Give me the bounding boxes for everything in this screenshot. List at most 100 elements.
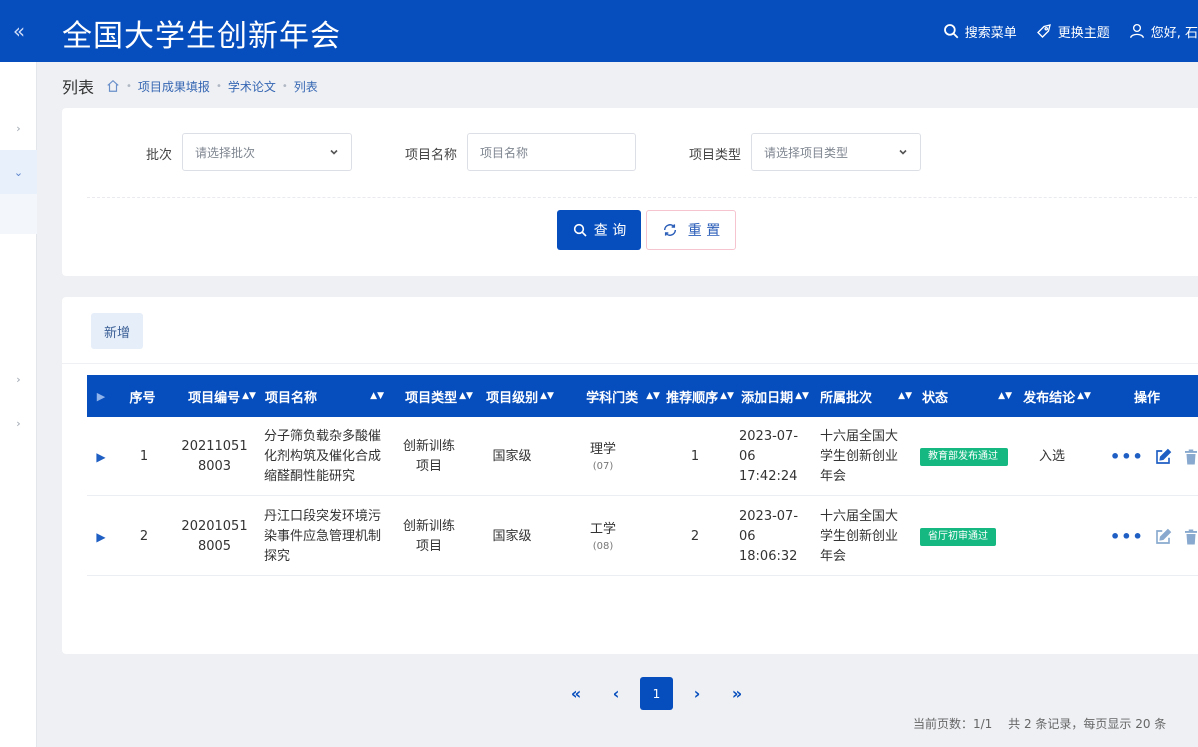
edit-icon[interactable] (1154, 528, 1172, 546)
refresh-icon (663, 224, 676, 236)
app-title: 全国大学生创新年会 (62, 19, 341, 54)
row-project-level: 国家级 (492, 528, 532, 544)
column-header-date[interactable]: 添加日期 ▲▼ (739, 375, 811, 417)
row-date: 2023-07- 06 18:06:32 (739, 508, 799, 564)
row-status: 省厅初审通过 (920, 497, 1010, 576)
prev-page-button[interactable]: ‹ (596, 677, 636, 710)
row-order: 1 (690, 448, 700, 464)
row-project-level: 国家级 (492, 448, 532, 464)
reset-button[interactable]: 重 置 (646, 210, 736, 250)
column-header-index: 序号 (129, 390, 156, 406)
sort-icon[interactable]: ▲▼ (998, 391, 1012, 401)
sort-icon[interactable]: ▲▼ (898, 391, 912, 401)
row-discipline: 理学 (07) (589, 441, 616, 472)
caret-right-icon[interactable]: ▶ (96, 527, 105, 547)
sidebar-item-2-active[interactable]: ⌄ (0, 150, 37, 194)
row-expand-toggle[interactable]: ▶ (87, 417, 115, 496)
home-icon[interactable] (106, 79, 120, 93)
next-page-button[interactable]: › (677, 677, 717, 710)
breadcrumb-item-achievements[interactable]: 项目成果填报 (138, 78, 210, 95)
status-badge: 教育部发布通过 (920, 447, 1008, 466)
sort-icon[interactable]: ▲▼ (795, 391, 809, 401)
sidebar-subitem-active[interactable] (0, 194, 37, 234)
row-batch: 十六届全国大学生创新创业年会 (820, 428, 899, 484)
row-discipline: 工学 (08) (589, 521, 616, 552)
column-header-order[interactable]: 推荐顺序 ▲▼ (665, 375, 735, 417)
sidebar-item-4[interactable]: › (0, 401, 37, 445)
project-type-select[interactable]: 请选择项目类型 (751, 133, 921, 171)
pagination: « ‹ 1 › » (556, 677, 757, 710)
user-menu[interactable]: 您好, 石 (1128, 22, 1198, 41)
sort-icon[interactable]: ▲▼ (242, 391, 256, 401)
search-icon (943, 24, 959, 39)
add-button[interactable]: 新增 (91, 313, 143, 349)
project-name-input[interactable]: 项目名称 (467, 133, 636, 171)
project-name-label: 项目名称 (405, 148, 458, 163)
header-actions: 搜索菜单 更换主题 您好, 石 (942, 0, 1198, 62)
row-project-type: 创新训练项目 (402, 518, 455, 554)
column-header-conclusion[interactable]: 发布结论 ▲▼ (1022, 375, 1092, 417)
sidebar-item-1[interactable]: › (0, 106, 37, 150)
sort-icon[interactable]: ▲▼ (459, 391, 473, 401)
reset-button-label: 重 置 (687, 223, 721, 239)
search-menu-button[interactable]: 搜索菜单 (942, 22, 1017, 41)
column-header-level[interactable]: 项目级别 ▲▼ (480, 375, 560, 417)
change-theme-button[interactable]: 更换主题 (1035, 22, 1110, 41)
row-index: 1 (139, 448, 149, 464)
theme-icon (1036, 24, 1051, 38)
chevron-down-icon (330, 149, 338, 155)
breadcrumb: 列表 • 项目成果填报 • 学术论文 • 列表 (62, 75, 318, 97)
top-header: « 全国大学生创新年会 搜索菜单 更换主题 您好, 石 (0, 0, 1198, 62)
sidebar-collapse-icon[interactable]: « (0, 0, 38, 62)
breadcrumb-item-list[interactable]: 列表 (294, 78, 318, 95)
batch-select-placeholder: 请选择批次 (195, 145, 256, 160)
expand-column-header: ▶ (96, 389, 106, 403)
table-row: ▶ 1 20211051 8003 分子筛负载杂多酸催化剂构筑及催化合成缩醛酮性能… (87, 417, 1198, 496)
column-header-type[interactable]: 项目类型 ▲▼ (399, 375, 479, 417)
change-theme-label: 更换主题 (1057, 25, 1110, 41)
row-actions: ••• (1107, 417, 1198, 496)
chevron-right-icon: › (16, 416, 21, 430)
table-panel: 新增 ▶ 序号 项目编号 ▲▼ 项目名称 ▲▼ 项目类型 ▲▼ 项目级别 ▲▼ 学科门类… (62, 297, 1198, 654)
sort-icon[interactable]: ▲▼ (720, 391, 734, 401)
row-expand-toggle[interactable]: ▶ (87, 497, 115, 576)
table-row: ▶ 2 20201051 8005 丹江口段突发环境污染事件应急管理机制探究 创新… (87, 497, 1198, 576)
row-project-code: 20201051 8005 (181, 518, 248, 554)
pagination-info: 当前页数：1/1 共 2 条记录，每页显示 20 条 (913, 717, 1167, 731)
user-greeting: 您好, 石 (1150, 25, 1198, 41)
caret-right-icon[interactable]: ▶ (96, 447, 105, 467)
search-menu-label: 搜索菜单 (964, 25, 1017, 41)
row-project-code: 20211051 8003 (181, 438, 248, 474)
chevron-down-icon (899, 149, 907, 155)
sort-icon[interactable]: ▲▼ (1077, 391, 1091, 401)
breadcrumb-separator: • (281, 80, 288, 92)
current-page-button[interactable]: 1 (640, 677, 673, 710)
row-project-type: 创新训练项目 (402, 438, 455, 474)
first-page-button[interactable]: « (556, 677, 596, 710)
query-button-label: 查 询 (593, 223, 627, 239)
chevron-right-icon: › (16, 372, 21, 386)
breadcrumb-separator: • (215, 80, 222, 92)
delete-icon[interactable] (1182, 448, 1198, 466)
sort-icon[interactable]: ▲▼ (540, 391, 554, 401)
more-icon[interactable]: ••• (1110, 447, 1144, 467)
last-page-button[interactable]: » (717, 677, 757, 710)
batch-select[interactable]: 请选择批次 (182, 133, 352, 171)
more-icon[interactable]: ••• (1110, 527, 1144, 547)
sort-icon[interactable]: ▲▼ (646, 391, 660, 401)
row-project-name[interactable]: 分子筛负载杂多酸催化剂构筑及催化合成缩醛酮性能研究 (264, 417, 386, 496)
edit-icon[interactable] (1154, 448, 1172, 466)
row-project-name[interactable]: 丹江口段突发环境污染事件应急管理机制探究 (264, 497, 386, 576)
delete-icon[interactable] (1182, 528, 1198, 546)
breadcrumb-separator: • (126, 80, 132, 92)
column-header-name[interactable]: 项目名称 ▲▼ (262, 375, 384, 417)
breadcrumb-item-papers[interactable]: 学术论文 (228, 78, 276, 95)
query-button[interactable]: 查 询 (557, 210, 641, 250)
column-header-batch[interactable]: 所属批次 ▲▼ (820, 375, 912, 417)
column-header-code[interactable]: 项目编号 ▲▼ (182, 375, 262, 417)
column-header-actions: 操作 (1133, 390, 1160, 406)
sort-icon[interactable]: ▲▼ (370, 391, 384, 401)
sidebar-item-3[interactable]: › (0, 357, 37, 401)
column-header-status[interactable]: 状态 ▲▼ (922, 375, 1012, 417)
form-divider (87, 197, 1198, 198)
